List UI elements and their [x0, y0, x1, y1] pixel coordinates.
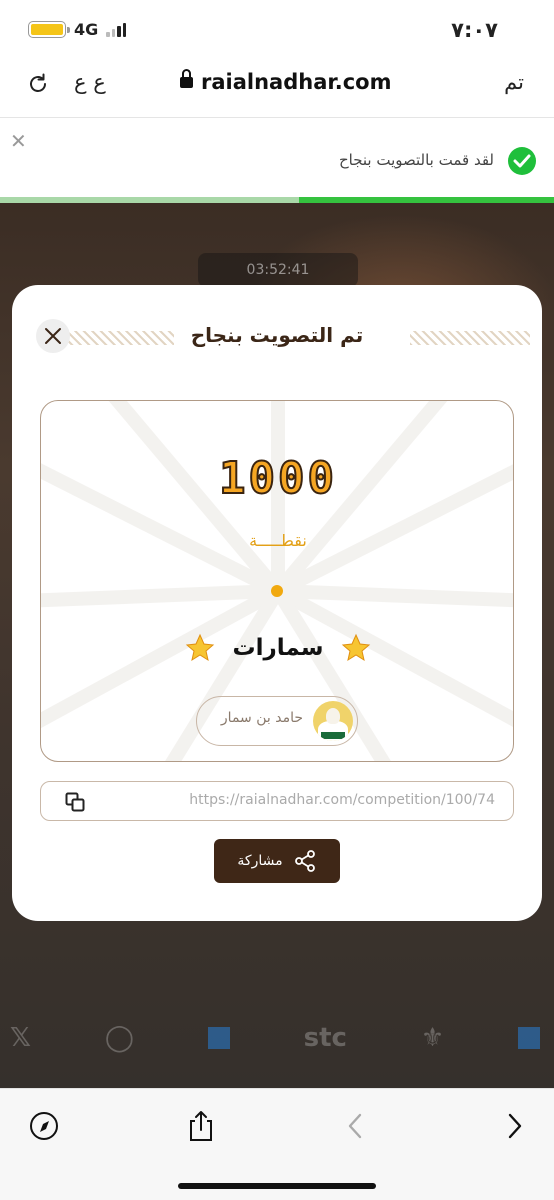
- back-icon[interactable]: [340, 1109, 372, 1143]
- address-field[interactable]: raialnadhar.com: [180, 68, 392, 94]
- battery-icon: [28, 21, 70, 38]
- copy-icon[interactable]: [65, 792, 85, 812]
- url-text: raialnadhar.com: [201, 70, 392, 94]
- background-footer-icons: 𝕏 ◯ stc ⚜: [10, 1023, 540, 1053]
- partner-logo-icon: [207, 1027, 230, 1049]
- points-label: نقطـــــة: [249, 531, 307, 550]
- whatsapp-icon: ◯: [104, 1023, 134, 1053]
- result-card: 1000 نقطـــــة سمارات حامد بن سمار: [40, 400, 514, 762]
- owner-name: حامد بن سمار: [220, 710, 303, 726]
- vote-success-modal: تم التصويت بنجاح 1000 نقطـــــة سمارات ح…: [12, 285, 542, 921]
- check-icon: [508, 147, 536, 175]
- emblem-icon: ⚜: [420, 1023, 445, 1053]
- share-label: مشاركة: [237, 853, 283, 869]
- participant-name: سمارات: [232, 635, 324, 661]
- share-link-field[interactable]: https://raialnadhar.com/competition/100/…: [40, 781, 514, 821]
- star-icon: [185, 633, 214, 662]
- stc-logo: stc: [303, 1023, 347, 1053]
- notification-message: لقد قمت بالتصويت بنجاح: [338, 151, 494, 169]
- clock: ٧:٠٧: [451, 18, 498, 42]
- status-indicators: 4G: [28, 20, 127, 39]
- text-size-button[interactable]: ع ع: [74, 70, 106, 94]
- browser-url-bar: ع ع raialnadhar.com تم: [0, 58, 554, 118]
- forward-icon[interactable]: [498, 1109, 530, 1143]
- close-button[interactable]: [36, 319, 70, 353]
- close-icon[interactable]: ✕: [10, 129, 27, 153]
- share-icon[interactable]: [185, 1109, 217, 1143]
- status-bar: 4G ٧:٠٧: [0, 0, 554, 58]
- network-type: 4G: [74, 20, 99, 39]
- owner-chip[interactable]: حامد بن سمار: [196, 696, 358, 746]
- countdown-timer: 03:52:41: [198, 253, 358, 287]
- points-value: 1000: [218, 452, 337, 505]
- reload-icon[interactable]: [26, 72, 50, 96]
- star-icon: [342, 633, 371, 662]
- partner-logo-icon-2: [518, 1027, 540, 1049]
- success-notification: ✕ لقد قمت بالتصويت بنجاح: [0, 119, 554, 201]
- modal-title: تم التصويت بنجاح: [190, 323, 364, 347]
- home-indicator: [178, 1183, 376, 1189]
- lock-icon: [180, 68, 193, 90]
- close-icon: [45, 328, 61, 344]
- share-link-text: https://raialnadhar.com/competition/100/…: [189, 792, 495, 808]
- browser-toolbar: [0, 1088, 554, 1200]
- x-icon: 𝕏: [10, 1023, 31, 1053]
- signal-icon: [106, 22, 127, 37]
- avatar: [313, 701, 353, 741]
- decorative-dot: [271, 585, 283, 597]
- compass-icon[interactable]: [28, 1109, 60, 1143]
- participant-row: سمارات: [41, 633, 513, 663]
- share-button[interactable]: مشاركة: [214, 839, 340, 883]
- share-nodes-icon: [294, 850, 315, 872]
- done-button[interactable]: تم: [504, 70, 524, 94]
